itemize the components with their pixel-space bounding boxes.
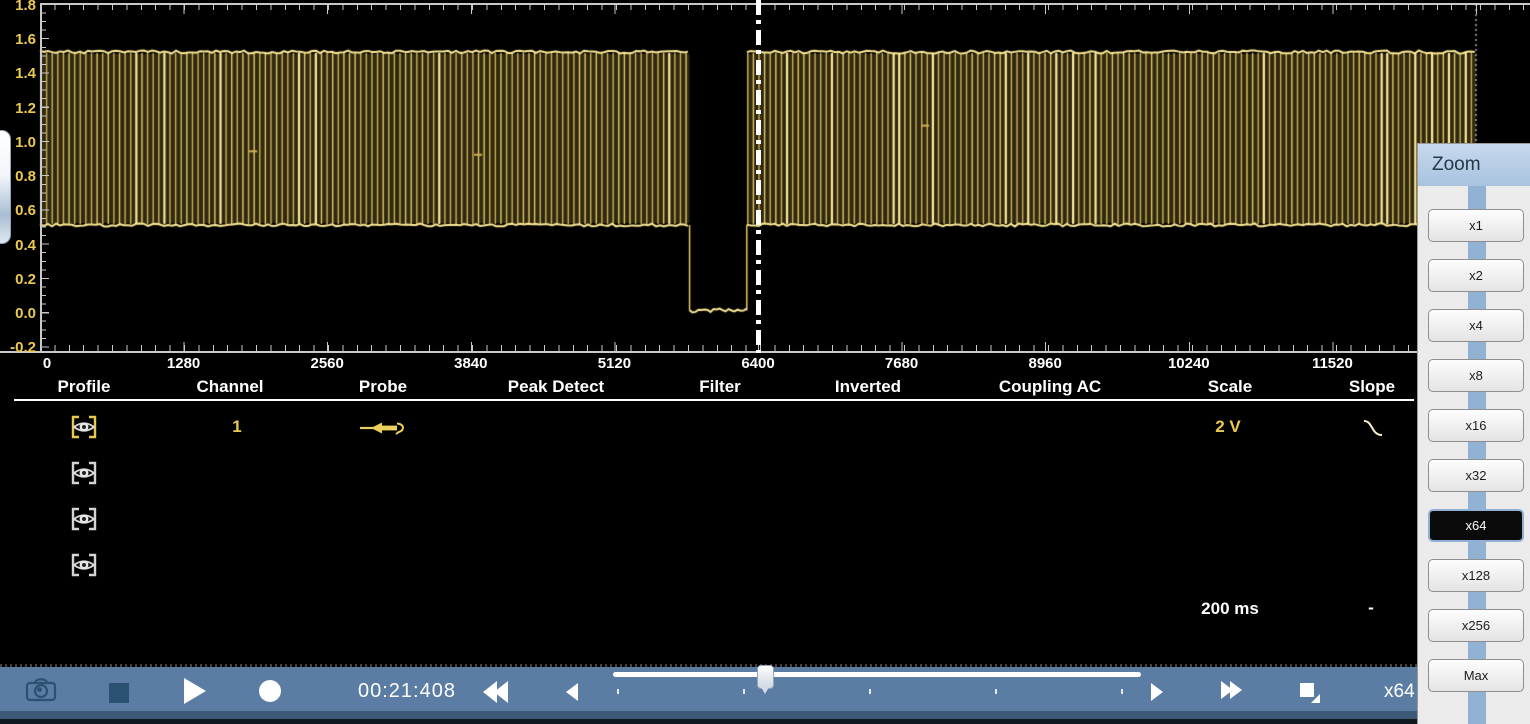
waveform-chart: 1.81.61.41.21.00.80.60.40.20.0-0.2: [0, 0, 1530, 353]
toolbar-shadow: [0, 711, 1530, 719]
x-tick-label: 3840: [454, 355, 487, 372]
x-tick-label: 1280: [167, 355, 200, 372]
zoom-level-indicator: x64: [1384, 681, 1415, 703]
zoom-button-x64[interactable]: x64: [1428, 509, 1524, 542]
x-tick-label: 2560: [311, 355, 344, 372]
column-header-probe: Probe: [359, 377, 407, 397]
time-display: 00:21:408: [358, 680, 456, 703]
x-tick-label: 8960: [1029, 355, 1062, 372]
oscilloscope-app: 1.81.61.41.21.00.80.60.40.20.0-0.2 01280…: [0, 0, 1530, 724]
y-tick-label: 0.2: [0, 271, 36, 289]
zoom-button-x16[interactable]: x16: [1428, 409, 1524, 442]
slider-tick: [743, 689, 745, 694]
zoom-button-x8[interactable]: x8: [1428, 359, 1524, 392]
playback-cursor-line[interactable]: [756, 0, 761, 353]
play-button[interactable]: [184, 678, 206, 704]
y-tick-label: 0.0: [0, 305, 36, 323]
zoom-button-x256[interactable]: x256: [1428, 609, 1524, 642]
column-header-inverted: Inverted: [835, 377, 901, 397]
column-header-filter: Filter: [699, 377, 741, 397]
zoom-button-x128[interactable]: x128: [1428, 559, 1524, 592]
camera-icon[interactable]: [24, 674, 58, 704]
x-tick-label: 10240: [1168, 355, 1210, 372]
y-tick-label: -0.2: [0, 339, 36, 353]
zoom-button-x4[interactable]: x4: [1428, 309, 1524, 342]
stop-button[interactable]: [109, 683, 129, 703]
zoom-button-max[interactable]: Max: [1428, 659, 1524, 692]
scale-value: 2 V: [1215, 417, 1241, 437]
column-header-coupling-ac: Coupling AC: [999, 377, 1101, 397]
visibility-eye-icon[interactable]: [70, 552, 98, 578]
zoom-panel: Zoom x1 x2 x4 x8 x16 x32 x64 x128 x256 Max: [1417, 143, 1530, 724]
x-tick-label: 0: [43, 355, 51, 372]
column-header-profile: Profile: [58, 377, 111, 397]
y-axis-major-ticks: [42, 4, 49, 350]
channel-number: 1: [232, 417, 241, 437]
column-header-slope: Slope: [1349, 377, 1395, 397]
top-ruler-major-ticks: [40, 5, 1530, 14]
waveform-canvas: [0, 0, 1530, 353]
y-tick-label: 1.8: [0, 0, 36, 15]
position-slider-thumb[interactable]: [757, 665, 774, 689]
y-tick-label: 1.4: [0, 65, 36, 83]
slider-tick: [869, 689, 871, 694]
x-axis-major-ticks: [40, 342, 1530, 351]
y-tick-label: 1.6: [0, 31, 36, 49]
x-tick-label: 5120: [598, 355, 631, 372]
zoom-button-x1[interactable]: x1: [1428, 209, 1524, 242]
x-axis-labels: 0 1280 2560 3840 5120 6400 7680 8960 10240 11520: [0, 354, 1530, 375]
step-back-button[interactable]: [566, 683, 578, 701]
rewind-button[interactable]: [483, 681, 505, 703]
fast-forward-triangle: [1230, 681, 1242, 699]
toolbar-base: [0, 719, 1530, 724]
visibility-eye-icon[interactable]: [70, 414, 98, 440]
slider-tick: [995, 689, 997, 694]
zoom-button-x2[interactable]: x2: [1428, 259, 1524, 292]
timebase-slope: -: [1368, 598, 1374, 618]
visibility-eye-icon[interactable]: [70, 460, 98, 486]
x-tick-label: 7680: [885, 355, 918, 372]
left-edge-scroll-thumb[interactable]: [0, 130, 11, 244]
fast-forward-button[interactable]: [1221, 681, 1239, 699]
x-tick-label: 6400: [741, 355, 774, 372]
playback-toolbar: 00:21:408 x64: [0, 667, 1530, 711]
column-header-peak-detect: Peak Detect: [508, 377, 604, 397]
visibility-eye-icon[interactable]: [70, 506, 98, 532]
x-tick-label: 11520: [1312, 355, 1353, 372]
falling-edge-icon[interactable]: [1360, 415, 1386, 441]
x-axis: [0, 351, 1530, 353]
zoom-panel-title: Zoom: [1418, 144, 1530, 186]
probe-icon[interactable]: [357, 413, 409, 443]
column-header-scale: Scale: [1208, 377, 1252, 397]
capture-frame-icon-corner: [1311, 694, 1320, 703]
position-slider-track[interactable]: [613, 672, 1141, 677]
y-tick-label: 1.2: [0, 100, 36, 118]
slider-tick: [1121, 689, 1123, 694]
step-forward-button[interactable]: [1151, 683, 1163, 701]
timebase-value: 200 ms: [1201, 599, 1259, 619]
zoom-button-x32[interactable]: x32: [1428, 459, 1524, 492]
record-button[interactable]: [259, 680, 281, 702]
slider-tick: [617, 689, 619, 694]
rewind-triangle: [494, 681, 508, 703]
column-header-channel: Channel: [196, 377, 263, 397]
header-divider: [14, 399, 1414, 401]
